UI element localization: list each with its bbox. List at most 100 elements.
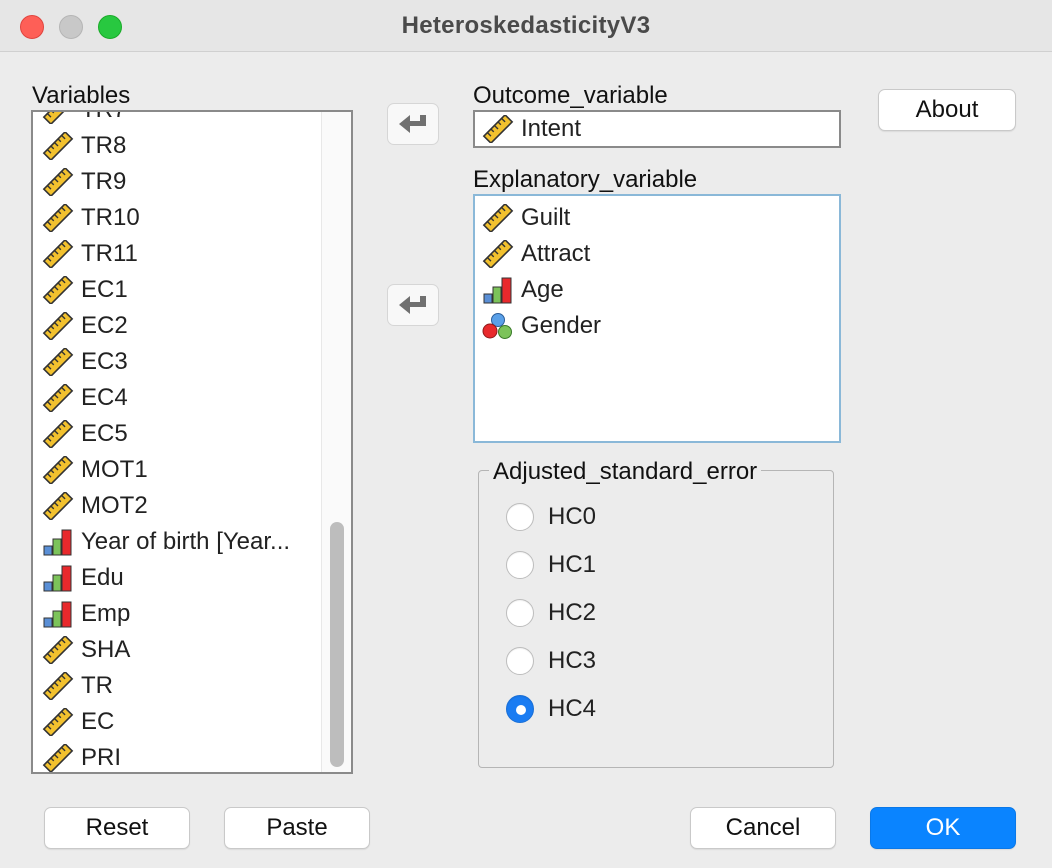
radio-hc3[interactable]: HC3	[506, 647, 596, 675]
list-item[interactable]: PRI	[33, 740, 323, 774]
radio-button[interactable]	[506, 647, 534, 675]
list-item[interactable]: EC5	[33, 416, 323, 452]
list-item[interactable]: EC2	[33, 308, 323, 344]
list-item-label: TR9	[81, 168, 127, 195]
scale-icon	[41, 276, 75, 304]
list-item-label: EC2	[81, 312, 128, 339]
scale-icon	[41, 348, 75, 376]
list-item[interactable]: Emp	[33, 596, 323, 632]
scale-icon	[481, 204, 515, 232]
variables-label: Variables	[32, 82, 131, 109]
cancel-button[interactable]: Cancel	[690, 807, 836, 849]
list-item-label: EC4	[81, 384, 128, 411]
list-item-label: EC5	[81, 420, 128, 447]
radio-label: HC2	[548, 599, 597, 626]
move-to-outcome-button[interactable]	[387, 103, 439, 145]
list-item-label: MOT1	[81, 456, 148, 483]
list-item-label: SHA	[81, 636, 131, 663]
scale-icon	[41, 672, 75, 700]
list-item[interactable]: MOT1	[33, 452, 323, 488]
list-item[interactable]: Attract	[475, 236, 839, 272]
explanatory-variable-items: Guilt Attract Age Gender	[475, 200, 839, 344]
scale-icon	[481, 240, 515, 268]
list-item[interactable]: MOT2	[33, 488, 323, 524]
scale-icon	[41, 744, 75, 772]
explanatory-variable-label: Explanatory_variable	[473, 166, 698, 193]
arrow-left-icon	[399, 115, 426, 133]
list-item-label: TR	[81, 672, 113, 699]
radio-button[interactable]	[506, 551, 534, 579]
move-to-explanatory-button[interactable]	[387, 284, 439, 326]
list-item[interactable]: EC1	[33, 272, 323, 308]
window-title: HeteroskedasticityV3	[401, 12, 651, 39]
list-item[interactable]: TR	[33, 668, 323, 704]
arrow-left-icon	[399, 296, 426, 314]
scale-icon	[41, 312, 75, 340]
list-item[interactable]: TR7	[33, 110, 323, 128]
scale-icon	[41, 636, 75, 664]
radio-button[interactable]	[506, 503, 534, 531]
ordinal-icon	[481, 276, 515, 304]
scale-icon	[41, 204, 75, 232]
list-item-label: EC	[81, 708, 115, 735]
list-item[interactable]: Year of birth [Year...	[33, 524, 323, 560]
list-item-label: Guilt	[521, 204, 571, 231]
variables-scrollbar[interactable]	[321, 112, 351, 772]
radio-label: HC0	[548, 503, 597, 530]
scale-icon	[41, 384, 75, 412]
paste-button[interactable]: Paste	[224, 807, 370, 849]
list-item[interactable]: SHA	[33, 632, 323, 668]
outcome-variable-field[interactable]: Intent	[473, 110, 841, 148]
outcome-variable-value: Intent	[521, 115, 582, 142]
list-item[interactable]: TR8	[33, 128, 323, 164]
radio-button[interactable]	[506, 695, 534, 723]
ordinal-icon	[41, 564, 75, 592]
list-item[interactable]: EC4	[33, 380, 323, 416]
scale-icon	[41, 456, 75, 484]
list-item-label: Edu	[81, 564, 124, 591]
list-item[interactable]: EC	[33, 704, 323, 740]
list-item-label: Gender	[521, 312, 602, 339]
list-item[interactable]: Gender	[475, 308, 839, 344]
title-bar: HeteroskedasticityV3	[0, 0, 1052, 52]
list-item-label: Attract	[521, 240, 591, 267]
scale-icon	[41, 420, 75, 448]
ordinal-icon	[41, 600, 75, 628]
reset-button[interactable]: Reset	[44, 807, 190, 849]
variables-list-items: TR7 TR8 TR9 TR10 TR11 EC1 EC2 EC3 EC4 EC5 MOT1 MOT2…	[33, 110, 323, 774]
ordinal-icon	[41, 528, 75, 556]
list-item[interactable]: Guilt	[475, 200, 839, 236]
list-item[interactable]: Age	[475, 272, 839, 308]
list-item-label: PRI	[81, 744, 122, 771]
radio-label: HC1	[548, 551, 597, 578]
list-item[interactable]: TR9	[33, 164, 323, 200]
variables-scroll-thumb[interactable]	[330, 522, 344, 767]
outcome-variable-label: Outcome_variable	[473, 82, 668, 109]
list-item-label: Emp	[81, 600, 131, 627]
ok-button[interactable]: OK	[870, 807, 1016, 849]
list-item[interactable]: TR10	[33, 200, 323, 236]
list-item-label: TR8	[81, 132, 127, 159]
scale-icon	[481, 115, 515, 143]
list-item-label: Year of birth [Year...	[81, 528, 291, 555]
list-item[interactable]: Edu	[33, 560, 323, 596]
radio-hc1[interactable]: HC1	[506, 551, 596, 579]
scale-icon	[41, 110, 75, 124]
list-item-label: TR11	[81, 240, 138, 267]
nominal-icon	[481, 312, 515, 340]
list-item[interactable]: TR11	[33, 236, 323, 272]
explanatory-variable-list[interactable]: Guilt Attract Age Gender	[473, 194, 841, 443]
radio-hc0[interactable]: HC0	[506, 503, 596, 531]
scale-icon	[41, 708, 75, 736]
variables-list[interactable]: TR7 TR8 TR9 TR10 TR11 EC1 EC2 EC3 EC4 EC5 MOT1 MOT2…	[31, 110, 353, 774]
radio-label: HC4	[548, 695, 597, 722]
list-item[interactable]: EC3	[33, 344, 323, 380]
radio-hc4[interactable]: HC4	[506, 695, 596, 723]
scale-icon	[41, 132, 75, 160]
about-button[interactable]: About	[878, 89, 1016, 131]
radio-button[interactable]	[506, 599, 534, 627]
radio-label: HC3	[548, 647, 597, 674]
list-item-label: TR7	[81, 112, 126, 124]
list-item-label: TR10	[81, 204, 140, 231]
radio-hc2[interactable]: HC2	[506, 599, 596, 627]
